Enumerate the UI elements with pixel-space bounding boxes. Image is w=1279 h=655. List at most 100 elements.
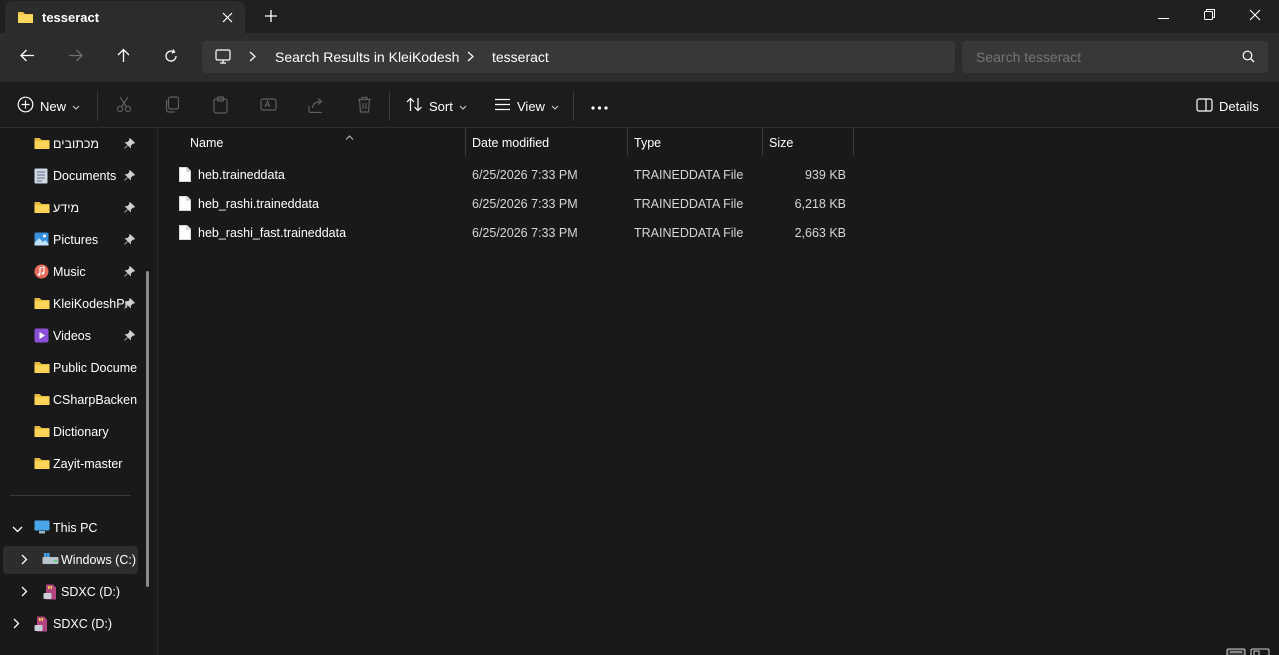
chevron-down-icon: [459, 99, 467, 113]
sidebar-item-label: Dictionary: [53, 425, 109, 439]
sidebar-item-csharpbackend[interactable]: CSharpBackend: [0, 386, 140, 414]
chevron-right-icon[interactable]: [249, 51, 256, 65]
tree-item-sdxc-d-2[interactable]: SDXC (D:): [0, 610, 140, 638]
breadcrumb-search-results[interactable]: Search Results in KleiKodesh: [275, 49, 459, 65]
sidebar-item-folder-2[interactable]: מידע: [0, 194, 140, 222]
new-button[interactable]: New: [17, 94, 80, 118]
view-button[interactable]: View: [494, 94, 559, 118]
file-size: 939 KB: [804, 168, 846, 182]
rename-button[interactable]: [257, 95, 279, 117]
minimize-icon: [1157, 9, 1169, 23]
paste-icon: [212, 95, 228, 117]
details-view-icon: [1226, 646, 1246, 655]
restore-button[interactable]: [1186, 0, 1232, 32]
chevron-right-icon[interactable]: [21, 586, 28, 600]
pin-icon[interactable]: [124, 169, 136, 184]
file-size: 6,218 KB: [794, 197, 846, 211]
breadcrumb-tesseract[interactable]: tesseract: [492, 49, 549, 65]
tiles-view-toggle[interactable]: [1250, 646, 1270, 655]
sidebar-item-pictures[interactable]: Pictures: [0, 226, 140, 254]
folder-icon: [34, 360, 50, 377]
chevron-down-icon[interactable]: [12, 522, 23, 536]
pin-icon[interactable]: [124, 297, 136, 312]
arrow-right-icon: [68, 49, 83, 65]
chevron-down-icon: [551, 99, 559, 113]
sort-ascending-icon: [345, 129, 354, 143]
sidebar-item-public-documents[interactable]: Public Documen: [0, 354, 140, 382]
sidebar-item-documents[interactable]: Documents: [0, 162, 140, 190]
tree-item-sdxc-d[interactable]: SDXC (D:): [0, 578, 140, 606]
new-tab-button[interactable]: [261, 6, 281, 26]
close-window-button[interactable]: [1232, 0, 1278, 32]
sort-button[interactable]: Sort: [406, 94, 467, 118]
file-row[interactable]: heb.traineddata 6/25/2026 7:33 PM TRAINE…: [159, 161, 859, 189]
tree-item-label: SDXC (D:): [61, 585, 121, 599]
chevron-right-icon[interactable]: [13, 618, 20, 632]
back-button[interactable]: [13, 45, 41, 69]
tree-item-windows-c[interactable]: Windows (C:): [3, 546, 138, 574]
sd-card-icon: [43, 584, 58, 603]
sidebar-item-videos[interactable]: Videos: [0, 322, 140, 350]
breadcrumb[interactable]: Search Results in KleiKodesh tesseract: [202, 41, 955, 73]
details-view-toggle[interactable]: [1226, 646, 1246, 655]
tab-tesseract[interactable]: tesseract: [5, 1, 245, 33]
windows-drive-icon: [42, 552, 59, 568]
nav-divider: [10, 495, 131, 496]
tree-item-this-pc[interactable]: This PC: [0, 514, 140, 542]
search-box[interactable]: [962, 41, 1268, 73]
paste-button[interactable]: [209, 95, 231, 117]
column-header-type[interactable]: Type: [628, 128, 763, 156]
delete-button[interactable]: [353, 95, 375, 117]
search-input[interactable]: [976, 49, 1226, 65]
refresh-button[interactable]: [157, 45, 185, 69]
sidebar-item-music[interactable]: Music: [0, 258, 140, 286]
rename-icon: [259, 96, 277, 116]
column-header-date[interactable]: Date modified: [466, 128, 628, 156]
cut-button[interactable]: [113, 95, 135, 117]
folder-icon: [34, 200, 50, 217]
view-list-icon: [494, 98, 511, 114]
pin-icon[interactable]: [124, 329, 136, 344]
details-pane-icon: [1196, 97, 1213, 115]
folder-icon: [34, 424, 50, 441]
column-header-name[interactable]: Name: [184, 128, 466, 156]
share-button[interactable]: [305, 95, 327, 117]
this-pc-icon: [34, 520, 50, 537]
copy-button[interactable]: [161, 95, 183, 117]
file-date: 6/25/2026 7:33 PM: [472, 226, 578, 240]
copy-icon: [164, 96, 180, 116]
forward-button[interactable]: [61, 45, 89, 69]
sidebar-item-zayit-master[interactable]: Zayit-master: [0, 450, 140, 478]
plus-circle-icon: [17, 96, 34, 116]
sidebar-item-dictionary[interactable]: Dictionary: [0, 418, 140, 446]
pin-icon[interactable]: [124, 233, 136, 248]
arrow-left-icon: [19, 49, 35, 65]
monitor-icon[interactable]: [215, 49, 231, 67]
column-header-size[interactable]: Size: [763, 128, 854, 156]
arrow-up-icon: [117, 48, 130, 66]
file-date: 6/25/2026 7:33 PM: [472, 168, 578, 182]
more-options-button[interactable]: [588, 95, 610, 117]
title-bar: tesseract: [0, 0, 1279, 33]
close-tab-icon[interactable]: [217, 7, 237, 27]
delete-icon: [357, 96, 372, 116]
sidebar-item-kleikodesh[interactable]: KleiKodeshPr: [0, 290, 140, 318]
nav-scrollbar[interactable]: [146, 271, 149, 587]
file-row[interactable]: heb_rashi_fast.traineddata 6/25/2026 7:3…: [159, 219, 859, 247]
pin-icon[interactable]: [124, 265, 136, 280]
folder-icon: [34, 136, 50, 153]
chevron-right-icon[interactable]: [21, 554, 28, 568]
pin-icon[interactable]: [124, 137, 136, 152]
search-icon[interactable]: [1242, 50, 1255, 66]
tree-item-label: SDXC (D:): [53, 617, 113, 631]
up-button[interactable]: [109, 45, 137, 69]
documents-icon: [34, 168, 48, 187]
pin-icon[interactable]: [124, 201, 136, 216]
file-row[interactable]: heb_rashi.traineddata 6/25/2026 7:33 PM …: [159, 190, 859, 218]
details-button[interactable]: Details: [1196, 95, 1259, 117]
minimize-button[interactable]: [1140, 0, 1186, 32]
cut-icon: [116, 96, 132, 116]
chevron-right-icon[interactable]: [467, 51, 474, 65]
sidebar-item-folder-1[interactable]: מכתובים: [0, 130, 140, 158]
toolbar-divider: [573, 91, 574, 121]
